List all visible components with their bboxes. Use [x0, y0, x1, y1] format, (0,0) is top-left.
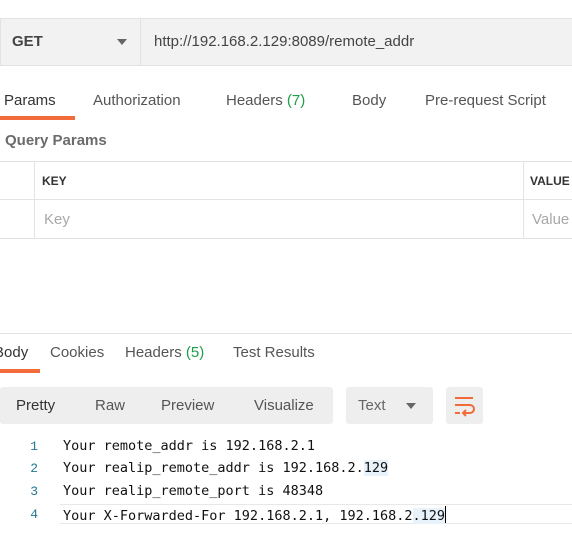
- column-header-key: KEY: [42, 174, 67, 188]
- table-col-divider: [34, 161, 35, 239]
- code-line: 3 Your realip_remote_port is 48348: [0, 482, 572, 504]
- response-tab-body[interactable]: Body: [0, 344, 28, 361]
- response-tab-headers[interactable]: Headers (5): [125, 344, 204, 361]
- response-tabs: Body Cookies Headers (5) Test Results: [0, 336, 572, 374]
- postman-window: GET http://192.168.2.129:8089/remote_add…: [0, 0, 572, 533]
- code-line: 1 Your remote_addr is 192.168.2.1: [0, 437, 572, 459]
- format-button-group: Pretty Raw Preview Visualize: [0, 387, 333, 424]
- tab-pre-request-script[interactable]: Pre-request Script: [425, 92, 546, 109]
- param-key-input[interactable]: [44, 209, 514, 229]
- tab-authorization-label: Authorization: [93, 92, 181, 109]
- active-tab-indicator: [0, 116, 75, 120]
- response-tab-body-label: Body: [0, 344, 29, 361]
- preview-button[interactable]: Preview: [161, 397, 214, 414]
- tab-headers-label: Headers: [226, 92, 283, 109]
- wrap-lines-button[interactable]: [446, 387, 483, 424]
- tab-params-label: Params: [4, 92, 56, 109]
- code-line[interactable]: 4 Your X-Forwarded-For 192.168.2.1, 192.…: [0, 505, 572, 527]
- wrap-lines-icon: [455, 397, 475, 417]
- param-value-input[interactable]: [532, 209, 572, 229]
- active-response-tab-indicator: [0, 369, 40, 373]
- response-tab-cookies[interactable]: Cookies: [50, 344, 104, 361]
- request-bar: GET http://192.168.2.129:8089/remote_add…: [0, 18, 572, 66]
- response-headers-count-badge: (5): [185, 344, 205, 361]
- tab-params[interactable]: Params: [4, 92, 56, 109]
- response-tab-cookies-label: Cookies: [50, 344, 105, 361]
- response-tab-test-results[interactable]: Test Results: [233, 344, 315, 361]
- pretty-button[interactable]: Pretty: [16, 397, 55, 414]
- method-select[interactable]: GET: [0, 18, 141, 66]
- response-divider: [0, 333, 572, 334]
- code-text: Your remote_addr is 192.168.2.1: [63, 438, 315, 454]
- tab-pre-request-script-label: Pre-request Script: [425, 92, 546, 109]
- url-input[interactable]: http://192.168.2.129:8089/remote_addr: [141, 18, 572, 66]
- response-tab-headers-label: Headers: [125, 344, 182, 361]
- visualize-button[interactable]: Visualize: [254, 397, 314, 414]
- table-top-border: [0, 161, 572, 162]
- request-tabs: Params Authorization Headers (7) Body Pr…: [0, 84, 572, 120]
- text-cursor: [445, 506, 447, 523]
- tab-headers[interactable]: Headers (7): [226, 92, 305, 109]
- method-label: GET: [12, 33, 43, 50]
- line-number: 3: [30, 484, 38, 499]
- code-text: Your realip_remote_addr is 192.168.2.129: [63, 460, 389, 476]
- code-line: 2 Your realip_remote_addr is 192.168.2.1…: [0, 459, 572, 481]
- code-text: Your realip_remote_port is 48348: [63, 483, 324, 499]
- line-number: 4: [30, 507, 38, 522]
- chevron-down-icon: [117, 39, 127, 45]
- tab-body[interactable]: Body: [352, 92, 386, 109]
- headers-count-badge: (7): [286, 92, 306, 109]
- tab-body-label: Body: [352, 92, 387, 109]
- line-number: 1: [30, 439, 38, 454]
- code-text-part: Your X-Forwarded-For 192.168.2.1, 192.16…: [63, 508, 413, 524]
- raw-button[interactable]: Raw: [95, 397, 125, 414]
- url-text: http://192.168.2.129:8089/remote_addr: [154, 33, 415, 50]
- tab-authorization[interactable]: Authorization: [93, 92, 181, 109]
- table-col-divider: [523, 161, 524, 239]
- table-header-border: [0, 199, 572, 200]
- response-type-label: Text: [358, 397, 386, 414]
- chevron-down-icon: [406, 403, 416, 409]
- query-params-title: Query Params: [5, 132, 107, 149]
- response-type-select[interactable]: Text: [346, 387, 433, 424]
- line-number: 2: [30, 461, 38, 476]
- table-bottom-border: [0, 238, 572, 239]
- column-header-value: VALUE: [530, 174, 570, 188]
- response-tab-test-results-label: Test Results: [233, 344, 315, 361]
- code-text: Your X-Forwarded-For 192.168.2.1, 192.16…: [63, 506, 447, 524]
- code-text-part: Your realip_remote_addr is 192.168.2.: [63, 460, 364, 476]
- code-text-highlight: 129: [363, 460, 389, 476]
- code-text-highlight: .129: [412, 508, 446, 524]
